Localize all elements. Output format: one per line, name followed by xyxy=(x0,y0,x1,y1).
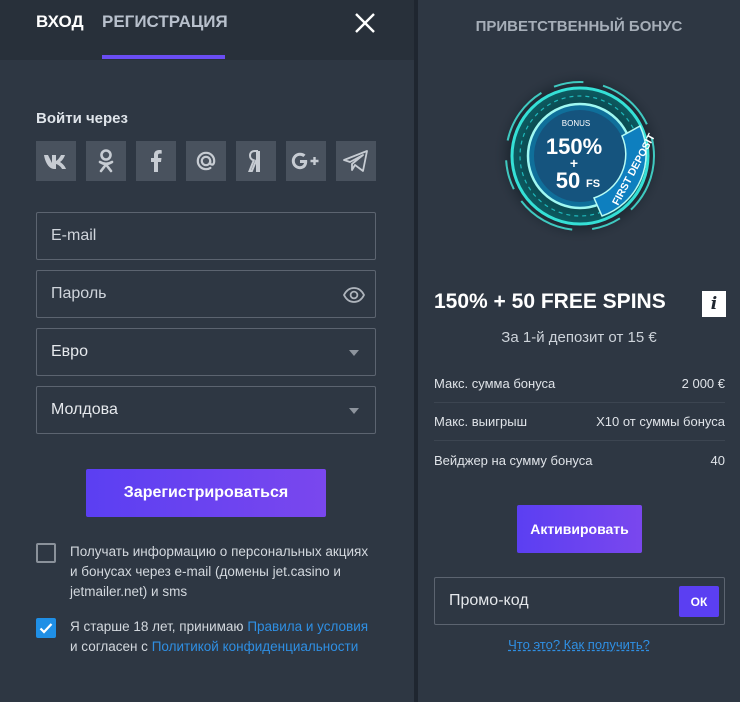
close-button[interactable] xyxy=(352,10,378,36)
newsletter-checkbox[interactable] xyxy=(36,543,56,563)
bonus-image-fs-suffix: FS xyxy=(586,178,600,190)
promo-code-field[interactable]: ОК xyxy=(434,577,725,625)
active-tab-indicator xyxy=(102,55,225,59)
promo-code-input[interactable] xyxy=(449,592,649,610)
google-plus-button[interactable] xyxy=(286,141,326,181)
facebook-button[interactable] xyxy=(136,141,176,181)
bonus-deposit-condition: За 1-й депозит от 15 € xyxy=(501,329,657,346)
telegram-button[interactable] xyxy=(336,141,376,181)
eye-icon xyxy=(342,287,366,303)
country-value: Молдова xyxy=(51,401,118,418)
at-sign-icon xyxy=(196,151,216,171)
bonus-row: Вейджер на сумму бонуса 40 xyxy=(434,441,725,479)
close-icon xyxy=(355,13,375,33)
bonus-row-label: Макс. сумма бонуса xyxy=(434,376,556,391)
show-password-button[interactable] xyxy=(342,285,366,305)
email-field[interactable] xyxy=(36,212,376,260)
age-terms-checkbox[interactable] xyxy=(36,618,56,638)
info-icon[interactable]: i xyxy=(702,291,726,317)
bonus-row: Макс. выигрыш X10 от суммы бонуса xyxy=(434,403,725,441)
password-input[interactable] xyxy=(51,285,321,303)
google-plus-icon xyxy=(291,152,319,170)
bonus-offer-title: 150% + 50 FREE SPINS xyxy=(434,290,666,313)
facebook-icon xyxy=(151,150,162,172)
odnoklassniki-button[interactable] xyxy=(86,141,126,181)
age-terms-middle: и согласен с xyxy=(70,639,152,654)
chevron-down-icon xyxy=(349,350,359,356)
social-login-buttons xyxy=(36,141,376,181)
auth-tabs: ВХОД РЕГИСТРАЦИЯ xyxy=(0,0,414,60)
mail-ru-button[interactable] xyxy=(186,141,226,181)
bonus-panel: ПРИВЕТСТВЕННЫЙ БОНУС BONUS 150% + 50 FS … xyxy=(418,0,740,702)
bonus-row: Макс. сумма бонуса 2 000 € xyxy=(434,365,725,403)
odnoklassniki-icon xyxy=(98,149,114,173)
yandex-button[interactable] xyxy=(236,141,276,181)
auth-panel: ВХОД РЕГИСТРАЦИЯ Войти через E-mail Евро… xyxy=(0,0,414,702)
age-terms-prefix: Я старше 18 лет, принимаю xyxy=(70,619,248,634)
register-button[interactable]: Зарегистрироваться xyxy=(86,469,326,517)
bonus-image-label: BONUS xyxy=(562,119,590,128)
promo-ok-button[interactable]: ОК xyxy=(679,586,719,617)
email-input[interactable] xyxy=(51,227,321,245)
bonus-row-label: Макс. выигрыш xyxy=(434,414,528,429)
privacy-policy-link[interactable]: Политикой конфиденциальности xyxy=(152,639,359,654)
vk-button[interactable] xyxy=(36,141,76,181)
currency-value: Евро xyxy=(51,343,88,360)
yandex-icon xyxy=(248,150,260,172)
bonus-title: ПРИВЕТСТВЕННЫЙ БОНУС xyxy=(475,18,683,35)
promo-help-link[interactable]: Что это? Как получить? xyxy=(418,637,740,652)
bonus-row-value: X10 от суммы бонуса xyxy=(596,414,725,429)
bonus-row-value: 2 000 € xyxy=(681,376,725,391)
bonus-image-fs-number: 50 xyxy=(556,168,580,193)
chevron-down-icon xyxy=(349,408,359,414)
telegram-icon xyxy=(343,150,368,172)
country-select[interactable]: Молдова xyxy=(36,386,376,434)
tab-register[interactable]: РЕГИСТРАЦИЯ xyxy=(102,12,228,32)
newsletter-label: Получать информацию о персональных акция… xyxy=(70,544,369,599)
social-login-title: Войти через xyxy=(36,110,128,127)
currency-select[interactable]: Евро xyxy=(36,328,376,376)
checkmark-icon xyxy=(39,623,53,634)
terms-link[interactable]: Правила и условия xyxy=(247,619,368,634)
password-field[interactable] xyxy=(36,270,376,318)
bonus-row-label: Вейджер на сумму бонуса xyxy=(434,452,593,468)
activate-bonus-button[interactable]: Активировать xyxy=(517,505,642,553)
vk-icon xyxy=(44,155,66,169)
bonus-row-value: 40 xyxy=(710,452,725,468)
bonus-badge-image: BONUS 150% + 50 FS FIRST DEPOSIT xyxy=(492,68,668,244)
age-terms-label: Я старше 18 лет, принимаю Правила и усло… xyxy=(70,617,370,657)
tab-login[interactable]: ВХОД xyxy=(36,12,84,32)
